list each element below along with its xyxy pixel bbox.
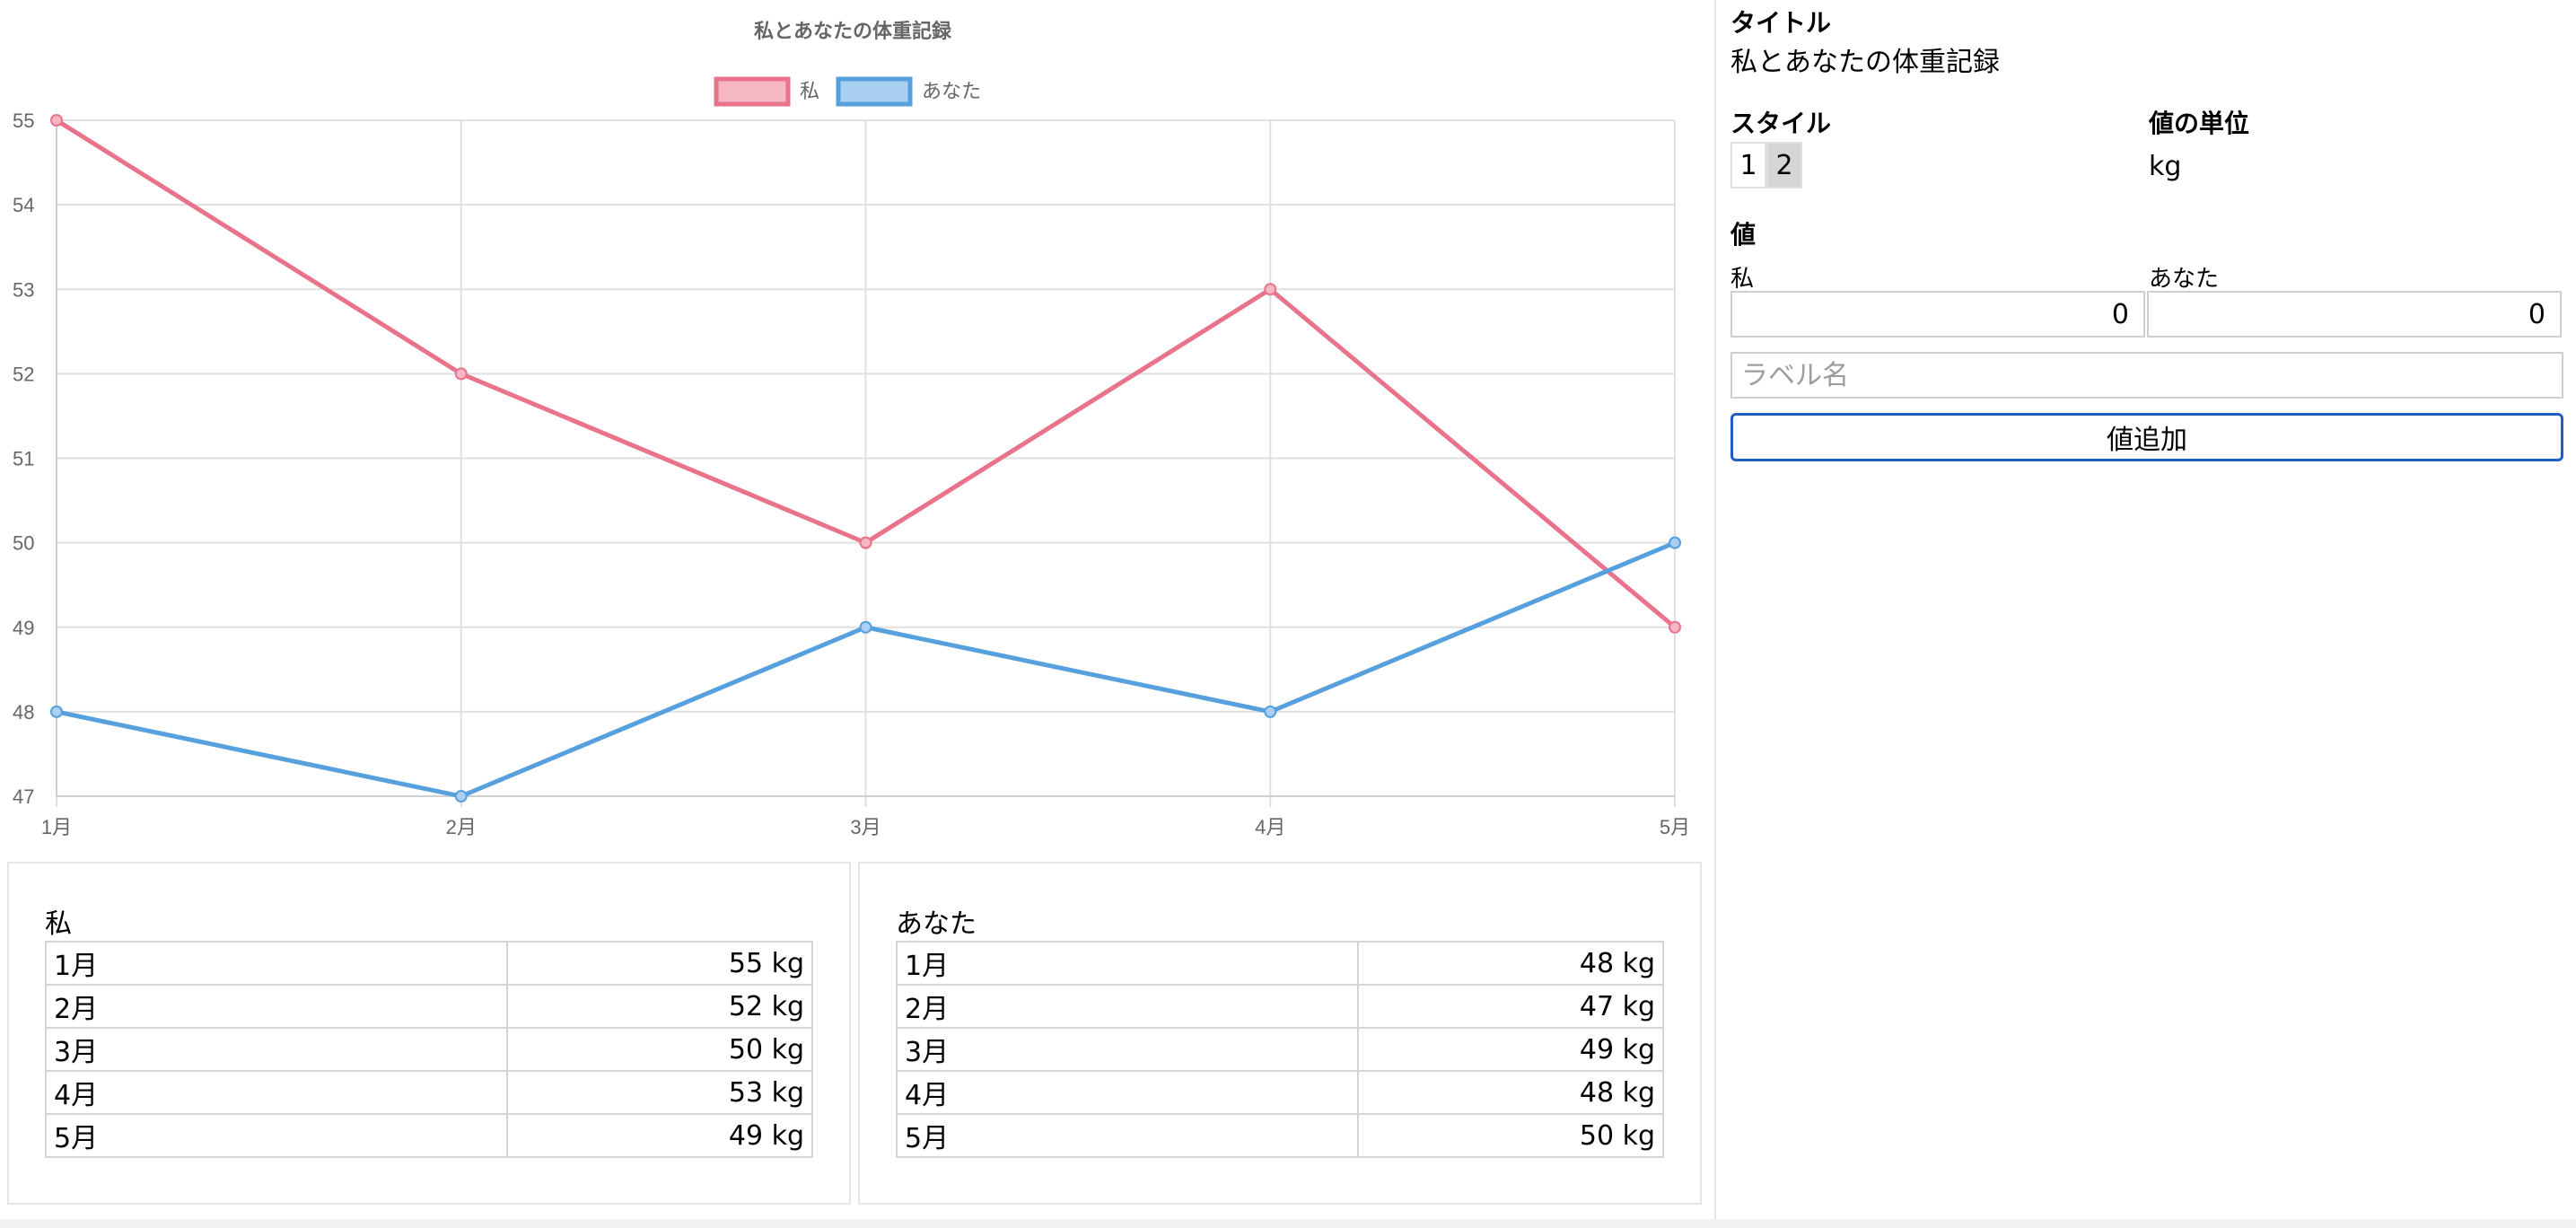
month-cell: 1月 (896, 941, 1359, 986)
month-cell: 5月 (896, 1113, 1359, 1158)
value-input-me[interactable] (1730, 291, 2145, 338)
y-tick-label: 53 (13, 278, 34, 301)
table-row: 3月 49 kg (896, 1027, 1664, 1072)
label-name-input[interactable] (1730, 352, 2563, 399)
data-point (859, 536, 872, 549)
y-tick-label: 50 (13, 532, 34, 555)
value-cell: 48 kg (1357, 1070, 1664, 1115)
month-cell: 2月 (45, 984, 508, 1029)
series-table-panel-you: あなた 1月 48 kg 2月 47 kg 3月 49 kg 4月 48 kg 5月 50… (858, 862, 1702, 1205)
style-option-1[interactable]: 1 (1730, 142, 1766, 189)
month-cell: 3月 (896, 1027, 1359, 1072)
table-title: あなた (896, 908, 977, 940)
style-option-2[interactable]: 2 (1766, 142, 1802, 189)
table-row: 5月 50 kg (896, 1113, 1664, 1158)
unit-value[interactable]: kg (2149, 151, 2181, 182)
month-cell: 5月 (45, 1113, 508, 1158)
unit-label: 値の単位 (2149, 109, 2250, 138)
table-row: 2月 52 kg (45, 984, 813, 1029)
series-label-you: あなた (2149, 266, 2220, 293)
table-row: 1月 55 kg (45, 941, 813, 986)
y-tick-label: 49 (13, 617, 34, 639)
title-label: タイトル (1730, 8, 1832, 38)
series-label-me: 私 (1730, 266, 1755, 293)
legend-you-swatch (836, 76, 913, 107)
data-point (1264, 283, 1277, 296)
y-tick-label: 51 (13, 448, 34, 470)
data-point (1669, 536, 1681, 549)
legend-me-swatch (714, 76, 791, 107)
table-row: 2月 47 kg (896, 984, 1664, 1029)
legend-you-label: あなた (922, 80, 981, 102)
value-cell: 52 kg (506, 984, 813, 1029)
x-tick-label: 1月 (41, 816, 72, 838)
table-row: 4月 53 kg (45, 1070, 813, 1115)
x-tick-label: 3月 (850, 816, 881, 838)
data-point (50, 705, 63, 718)
bottom-strip (0, 1219, 2576, 1228)
legend-me-label: 私 (800, 80, 819, 102)
panel-divider (1714, 0, 1716, 1221)
x-tick-label: 2月 (446, 816, 477, 838)
table-row: 3月 50 kg (45, 1027, 813, 1072)
value-cell: 53 kg (506, 1070, 813, 1115)
data-point (50, 114, 63, 127)
data-point (859, 620, 872, 634)
table-row: 5月 49 kg (45, 1113, 813, 1158)
data-point (1264, 705, 1277, 718)
y-tick-label: 52 (13, 363, 34, 385)
style-selector: 1 2 (1730, 142, 1802, 192)
data-table: 1月 55 kg 2月 52 kg 3月 50 kg 4月 53 kg 5月 49 kg (45, 941, 813, 1158)
weight-chart: 私とあなたの体重記録 47 48 49 50 51 52 53 54 55 1月 2月 3月 4月 5月 私 あ… (0, 0, 1709, 853)
table-title: 私 (45, 908, 72, 940)
month-cell: 4月 (896, 1070, 1359, 1115)
value-cell: 49 kg (506, 1113, 813, 1158)
x-tick-label: 4月 (1255, 816, 1285, 838)
data-point (1669, 620, 1681, 634)
month-cell: 3月 (45, 1027, 508, 1072)
title-value[interactable]: 私とあなたの体重記録 (1730, 39, 2000, 79)
value-cell: 50 kg (506, 1027, 813, 1072)
y-tick-label: 48 (13, 701, 34, 724)
y-tick-label: 47 (13, 785, 34, 808)
series-table-panel-me: 私 1月 55 kg 2月 52 kg 3月 50 kg 4月 53 kg 5月 49 k… (7, 862, 851, 1205)
values-label: 値 (1730, 220, 1757, 250)
table-row: 1月 48 kg (896, 941, 1664, 986)
data-point (454, 367, 468, 381)
month-cell: 4月 (45, 1070, 508, 1115)
value-cell: 47 kg (1357, 984, 1664, 1029)
style-label: スタイル (1730, 109, 1832, 138)
data-tables: 私 1月 55 kg 2月 52 kg 3月 50 kg 4月 53 kg 5月 49 k… (7, 862, 1702, 1206)
value-cell: 55 kg (506, 941, 813, 986)
y-tick-label: 55 (13, 110, 34, 132)
chart-title: 私とあなたの体重記録 (754, 20, 952, 42)
value-cell: 49 kg (1357, 1027, 1664, 1072)
table-row: 4月 48 kg (896, 1070, 1664, 1115)
month-cell: 1月 (45, 941, 508, 986)
x-tick-label: 5月 (1660, 816, 1690, 838)
value-cell: 48 kg (1357, 941, 1664, 986)
add-value-button[interactable]: 値追加 (1730, 413, 2563, 461)
value-cell: 50 kg (1357, 1113, 1664, 1158)
data-table: 1月 48 kg 2月 47 kg 3月 49 kg 4月 48 kg 5月 50 kg (896, 941, 1664, 1158)
chart-canvas: 私とあなたの体重記録 47 48 49 50 51 52 53 54 55 1月 2月 3月 4月 5月 私 あ… (13, 20, 1690, 838)
month-cell: 2月 (896, 984, 1359, 1029)
data-point (454, 790, 468, 803)
value-input-you[interactable] (2147, 291, 2562, 338)
y-tick-label: 54 (13, 194, 34, 216)
